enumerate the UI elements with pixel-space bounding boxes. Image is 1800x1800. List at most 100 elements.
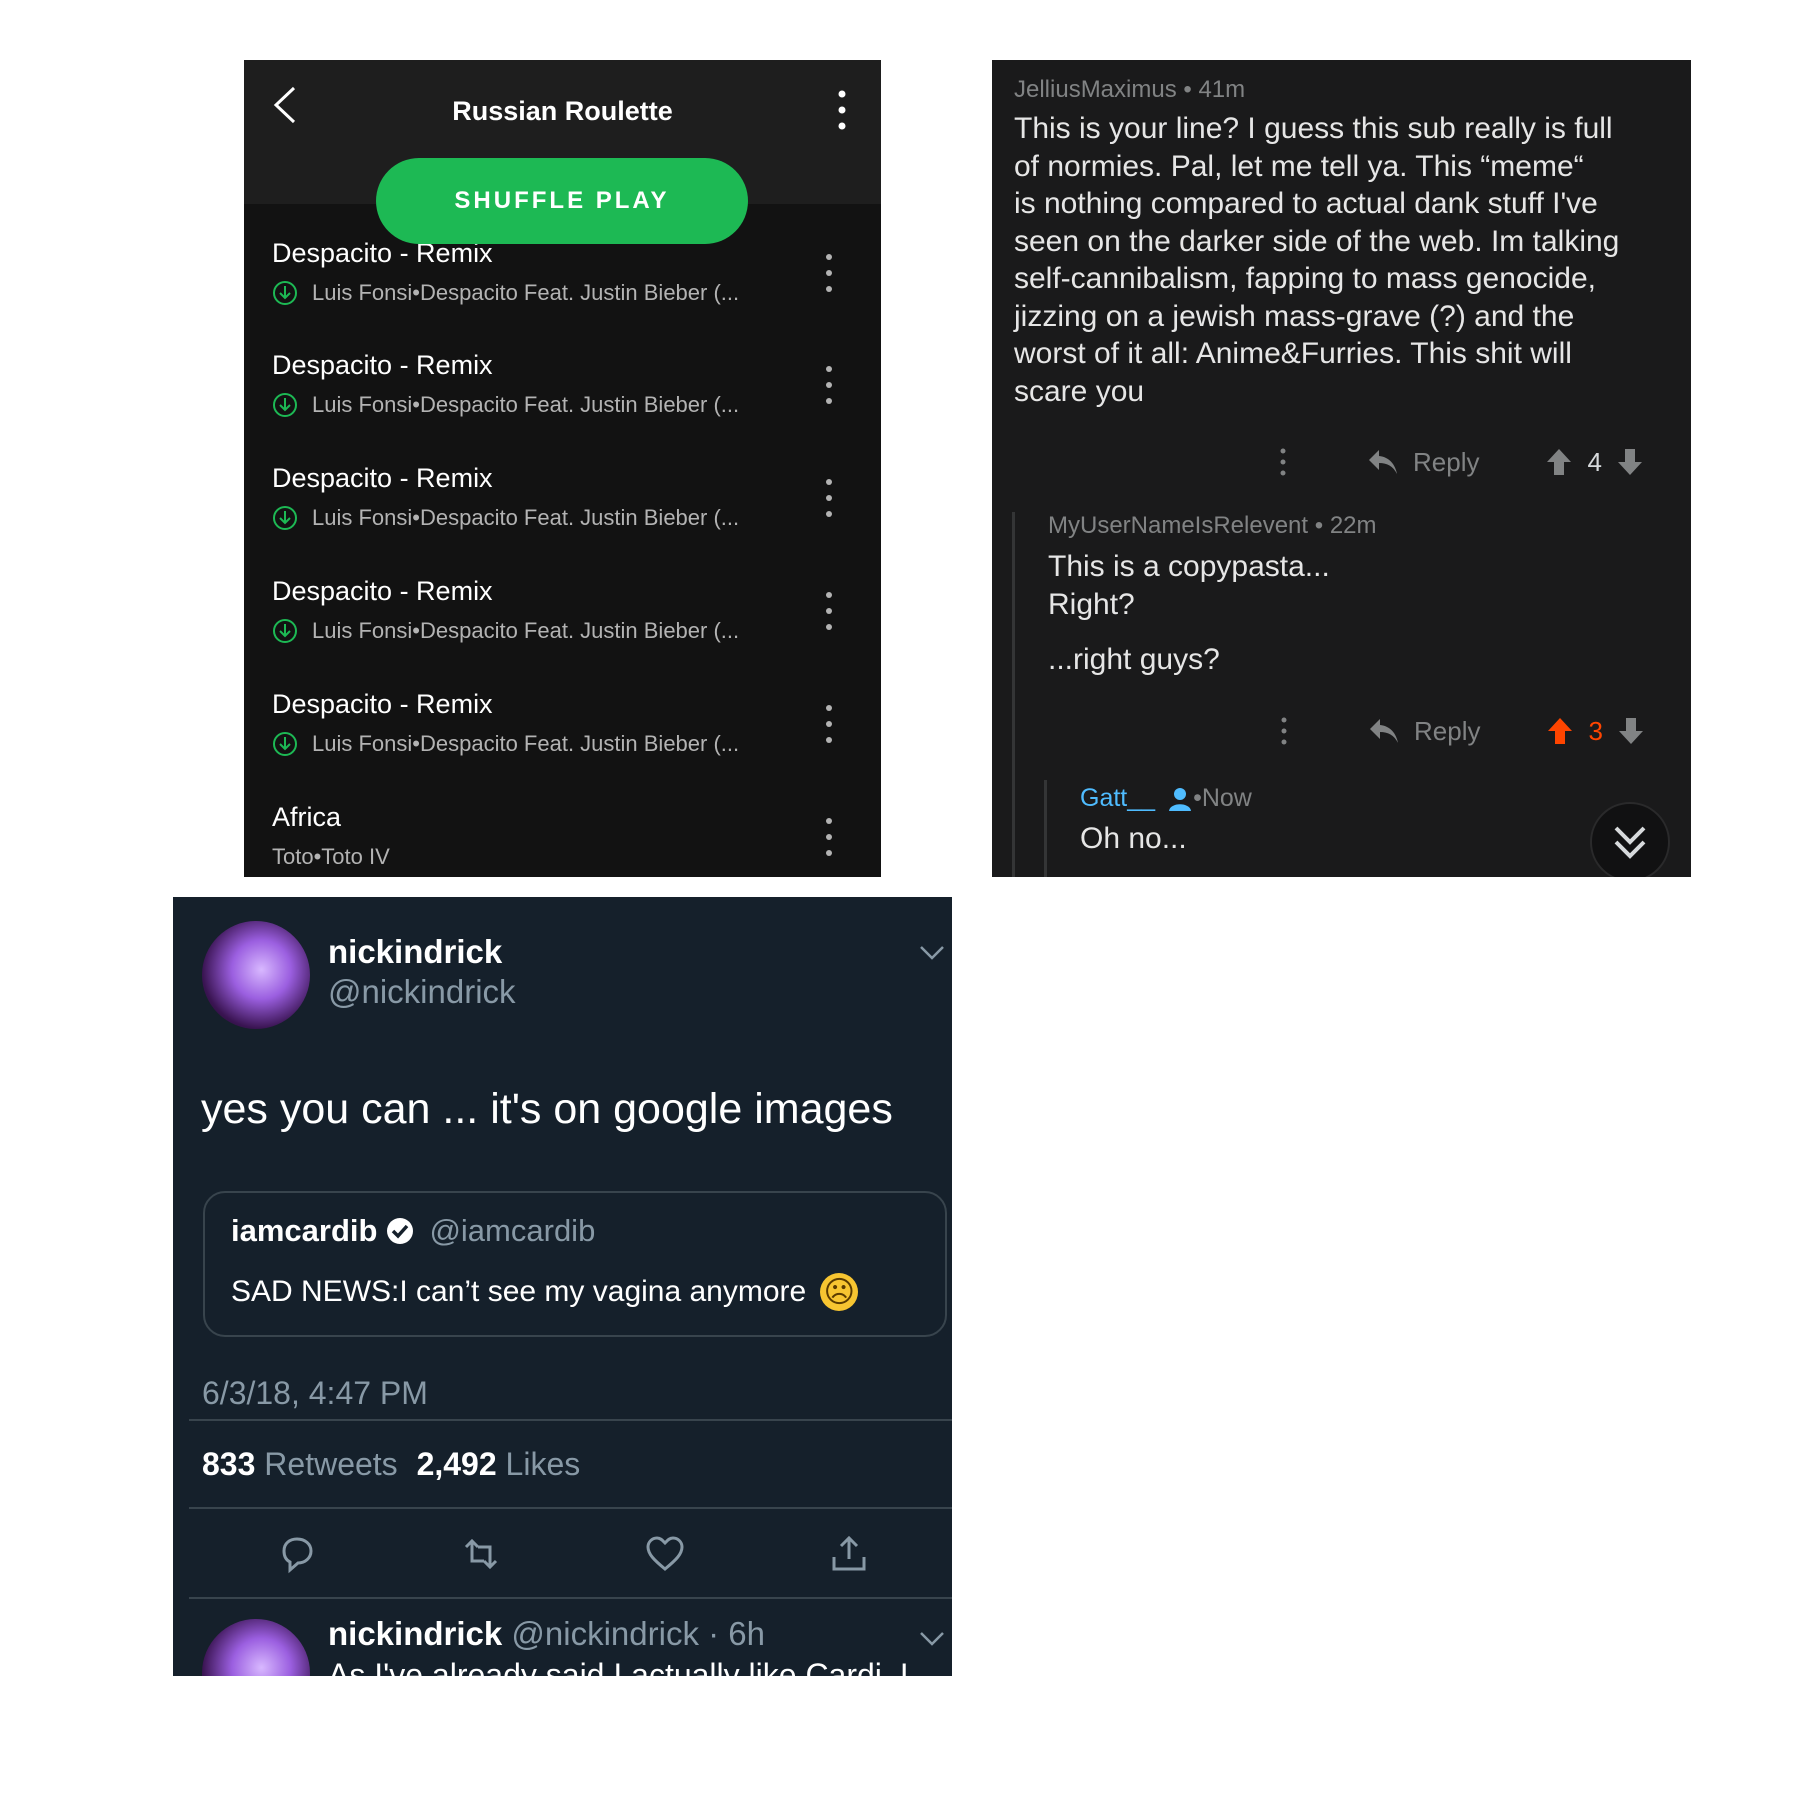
scroll-down-button[interactable] [1590, 802, 1670, 877]
comment-actions: Reply 3 [1278, 711, 1678, 751]
op-user-icon [1169, 787, 1192, 811]
retweet-icon[interactable] [460, 1533, 502, 1575]
share-icon[interactable] [828, 1533, 870, 1575]
avatar[interactable] [202, 921, 310, 1029]
retweets-label[interactable]: Retweets [264, 1446, 397, 1482]
shuffle-play-button[interactable]: SHUFFLE PLAY [376, 158, 748, 244]
track-artist: Luis Fonsi [312, 505, 413, 530]
comment-line: Right? [1048, 587, 1135, 621]
comment-line: jizzing on a jewish mass-grave (?) and t… [1014, 299, 1575, 333]
divider [189, 1507, 952, 1509]
track-options-icon[interactable] [822, 252, 836, 294]
downloaded-icon [273, 393, 297, 417]
comment-author[interactable]: MyUserNameIsRelevent [1048, 512, 1308, 539]
divider [189, 1419, 952, 1421]
track-row[interactable]: Africa Toto • Toto IV [244, 802, 881, 877]
retweets-count[interactable]: 833 [202, 1446, 255, 1482]
score: 3 [1588, 715, 1603, 746]
track-options-icon[interactable] [822, 364, 836, 406]
score: 4 [1587, 446, 1602, 477]
more-options-icon[interactable] [834, 88, 850, 132]
track-subtitle: Luis Fonsi • Despacito Feat. Justin Bieb… [272, 618, 739, 644]
reply-icon[interactable] [1367, 448, 1399, 476]
track-row[interactable]: Despacito - Remix Luis Fonsi • Despacito… [244, 350, 881, 450]
more-options-icon[interactable] [1277, 447, 1289, 477]
like-heart-icon[interactable] [644, 1533, 686, 1575]
reply-author-handle[interactable]: @nickindrick [511, 1615, 699, 1652]
track-album: Toto IV [321, 844, 390, 869]
separator: • [412, 618, 420, 643]
track-options-icon[interactable] [822, 703, 836, 745]
separator: • [1193, 784, 1202, 812]
comment-actions: Reply 4 [1277, 442, 1677, 482]
comment-line: is nothing compared to actual dank stuff… [1014, 187, 1598, 220]
chevron-down-icon[interactable] [919, 945, 945, 961]
separator: • [412, 392, 420, 417]
track-album: Despacito Feat. Justin Bieber (... [419, 618, 740, 643]
comment-time: 41m [1198, 76, 1246, 103]
frowning-face-emoji: ☹ [820, 1273, 859, 1311]
downloaded-icon [273, 619, 297, 643]
track-subtitle: Luis Fonsi • Despacito Feat. Justin Bieb… [272, 280, 739, 306]
separator: • [412, 505, 420, 530]
track-title: Despacito - Remix [272, 350, 493, 380]
reply-author-name[interactable]: nickindrick [328, 1615, 502, 1652]
separator: • [412, 731, 420, 756]
track-row[interactable]: Despacito - Remix Luis Fonsi • Despacito… [244, 576, 881, 676]
more-options-icon[interactable] [1278, 716, 1290, 746]
quoted-tweet[interactable]: iamcardib @iamcardib SAD NEWS:I can’t se… [203, 1191, 947, 1337]
reply-button[interactable]: Reply [1413, 447, 1479, 478]
downloaded-icon [273, 281, 297, 305]
twitter-tweet-screenshot: nickindrick @nickindrick yes you can ...… [173, 897, 952, 1676]
track-subtitle: Toto • Toto IV [272, 844, 390, 870]
comment-body: This is your line? I guess this sub real… [1014, 110, 1684, 410]
tweet-author-handle[interactable]: @nickindrick [328, 973, 516, 1011]
reply-age: · 6h [708, 1615, 765, 1652]
quoted-tweet-header: iamcardib @iamcardib [231, 1213, 595, 1249]
comment-meta: Gatt__ • Now [1080, 784, 1252, 813]
reply-tweet-text: As I've already said I actually like Car… [328, 1657, 909, 1676]
comment-line: seen on the darker side of the web. Im t… [1014, 224, 1620, 258]
verified-badge-icon [387, 1218, 414, 1244]
downvote-icon[interactable] [1616, 447, 1644, 477]
downloaded-icon [273, 732, 297, 756]
track-artist: Luis Fonsi [312, 618, 413, 643]
track-title: Despacito - Remix [272, 463, 493, 493]
divider [189, 1597, 952, 1599]
track-title: Despacito - Remix [272, 689, 493, 719]
track-subtitle: Luis Fonsi • Despacito Feat. Justin Bieb… [272, 731, 739, 757]
double-chevron-down-icon [1614, 826, 1646, 859]
comment-body: This is a copypasta... Right? ...right g… [1048, 548, 1668, 679]
track-options-icon[interactable] [822, 590, 836, 632]
track-artist: Toto [272, 844, 314, 869]
upvote-icon[interactable] [1546, 716, 1574, 746]
thread-line [1012, 512, 1015, 877]
upvote-icon[interactable] [1545, 447, 1573, 477]
quoted-author-handle: @iamcardib [429, 1213, 596, 1248]
track-options-icon[interactable] [822, 477, 836, 519]
thread-line [1044, 780, 1047, 877]
likes-label[interactable]: Likes [506, 1446, 581, 1482]
reply-button[interactable]: Reply [1414, 716, 1480, 747]
avatar[interactable] [202, 1619, 310, 1676]
track-artist: Luis Fonsi [312, 731, 413, 756]
tweet-author-name[interactable]: nickindrick [328, 933, 502, 971]
tweet-timestamp: 6/3/18, 4:47 PM [202, 1375, 428, 1411]
likes-count[interactable]: 2,492 [417, 1446, 497, 1482]
comment-author[interactable]: JelliusMaximus [1014, 76, 1177, 103]
comment-time: 22m [1329, 512, 1377, 539]
track-album: Despacito Feat. Justin Bieber (... [419, 731, 740, 756]
reply-icon[interactable] [1368, 717, 1400, 745]
tweet-text: yes you can ... it's on google images [201, 1085, 893, 1133]
comment-author[interactable]: Gatt__ [1080, 784, 1155, 813]
track-row[interactable]: Despacito - Remix Luis Fonsi • Despacito… [244, 238, 881, 338]
playlist-title: Russian Roulette [452, 96, 673, 126]
track-row[interactable]: Despacito - Remix Luis Fonsi • Despacito… [244, 689, 881, 789]
reddit-comments-screenshot: JelliusMaximus • 41m This is your line? … [992, 60, 1691, 877]
track-options-icon[interactable] [822, 816, 836, 858]
comment-time: Now [1201, 784, 1252, 812]
reply-icon[interactable] [276, 1533, 318, 1575]
downvote-icon[interactable] [1617, 716, 1645, 746]
track-row[interactable]: Despacito - Remix Luis Fonsi • Despacito… [244, 463, 881, 563]
chevron-down-icon[interactable] [919, 1631, 945, 1647]
